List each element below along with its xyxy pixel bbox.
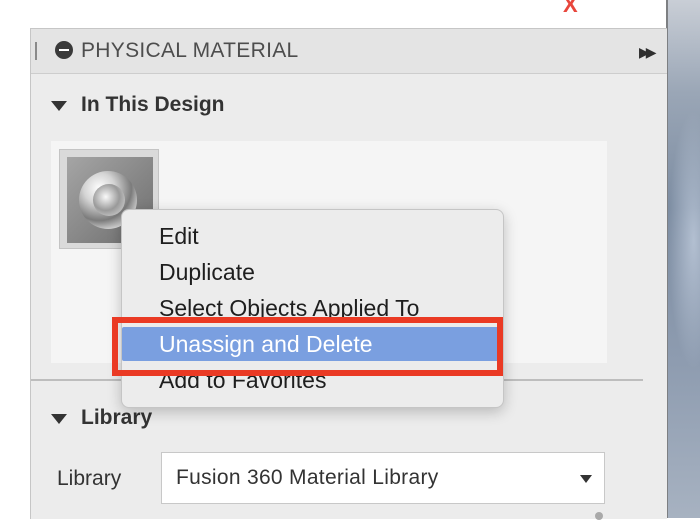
library-heading[interactable]: Library: [81, 406, 152, 430]
menu-item-edit[interactable]: Edit: [122, 219, 503, 253]
panel-header: PHYSICAL MATERIAL ▶▶: [31, 29, 667, 74]
library-field-label: Library: [57, 467, 122, 490]
scrollbar-handle[interactable]: [595, 512, 603, 520]
canvas-glow: [668, 110, 700, 370]
context-menu: Edit Duplicate Select Objects Applied To…: [121, 209, 504, 408]
library-select[interactable]: Fusion 360 Material Library: [161, 452, 605, 504]
window-top-strip: X: [0, 0, 668, 28]
close-icon[interactable]: X: [563, 0, 578, 16]
triangle-down-icon[interactable]: [51, 101, 67, 111]
triangle-down-icon[interactable]: [51, 414, 67, 424]
swatch-ring-inner: [93, 184, 125, 216]
menu-item-duplicate[interactable]: Duplicate: [122, 255, 503, 289]
in-this-design-heading[interactable]: In This Design: [81, 93, 225, 117]
minus-circle-icon[interactable]: [55, 41, 73, 59]
library-select-value: Fusion 360 Material Library: [176, 466, 439, 489]
panel-title: PHYSICAL MATERIAL: [81, 39, 299, 62]
viewport-canvas[interactable]: [668, 0, 700, 518]
annotation-highlight-box: [112, 317, 503, 376]
drag-grip-icon[interactable]: [35, 42, 37, 60]
chevron-down-icon: [580, 475, 592, 483]
double-chevron-right-icon[interactable]: ▶▶: [639, 44, 656, 61]
